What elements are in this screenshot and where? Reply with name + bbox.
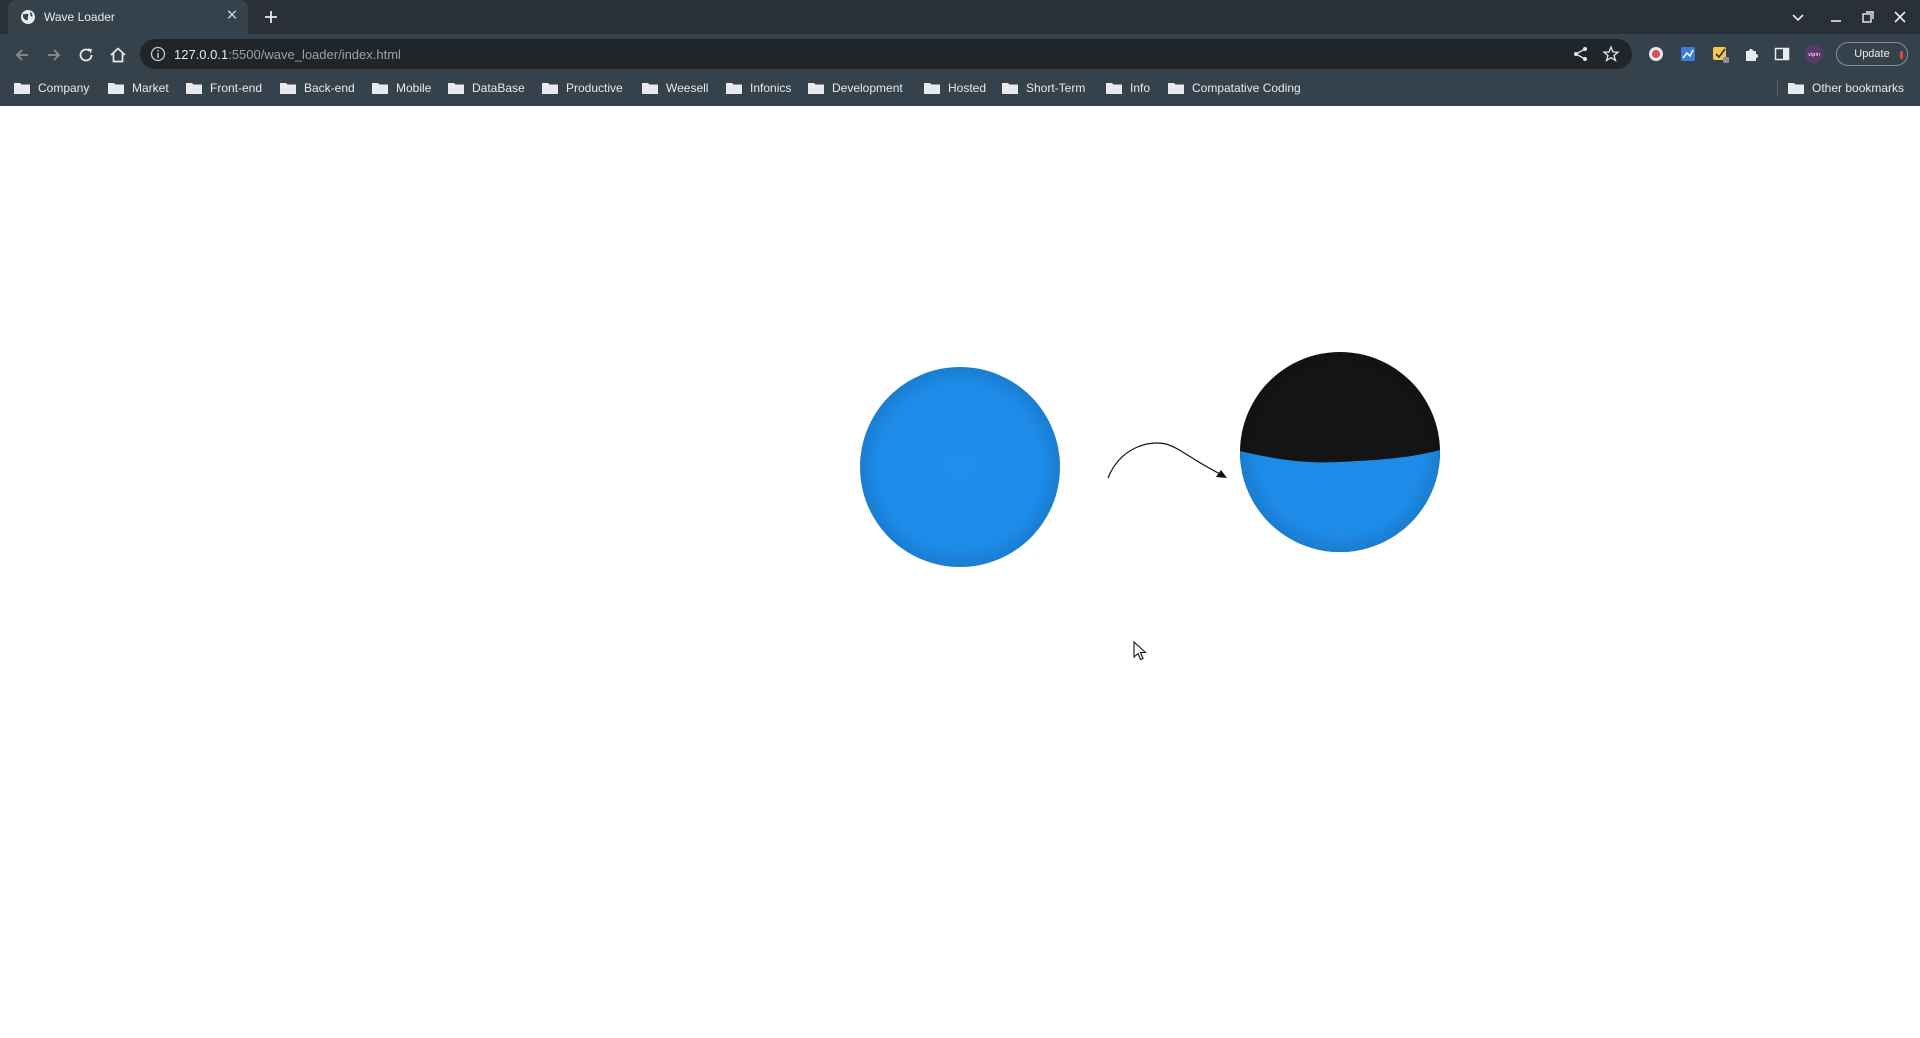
- profile-avatar[interactable]: vipin: [1804, 44, 1824, 64]
- bookmark-folder-other-bookmarks[interactable]: Other bookmarks: [1788, 76, 1904, 100]
- restore-icon[interactable]: [1858, 7, 1878, 27]
- bookmark-label: Compatative Coding: [1192, 81, 1301, 95]
- profile-label: vipin: [1808, 52, 1820, 58]
- address-bar[interactable]: 127.0.0.1:5500/wave_loader/index.html: [140, 39, 1632, 69]
- bookmark-label: Info: [1130, 81, 1151, 95]
- bookmark-folder-company[interactable]: Company: [14, 76, 89, 100]
- minimize-icon[interactable]: [1826, 7, 1846, 27]
- bookmark-folder-back-end[interactable]: Back-end: [280, 76, 355, 100]
- folder-icon: [1168, 83, 1184, 94]
- bookmark-folder-development[interactable]: Development: [808, 76, 903, 100]
- home-icon[interactable]: [107, 44, 129, 66]
- folder-icon: [726, 83, 742, 94]
- bookmark-folder-compatative-coding[interactable]: Compatative Coding: [1168, 76, 1301, 100]
- folder-icon: [1106, 83, 1122, 94]
- full-water-ball: [860, 367, 1060, 567]
- back-arrow-icon[interactable]: [11, 44, 33, 66]
- tab-title: Wave Loader: [44, 10, 115, 24]
- mouse-pointer-icon: [1133, 641, 1147, 661]
- folder-icon: [108, 83, 124, 94]
- bookmarks-bar: Company Market Front-end Back-end Mobile…: [0, 76, 1920, 100]
- bookmark-label: Hosted: [948, 81, 987, 95]
- page-content: [0, 106, 1920, 1038]
- close-window-icon[interactable]: [1890, 7, 1910, 27]
- side-panel-icon[interactable]: [1772, 44, 1792, 64]
- bookmark-folder-info[interactable]: Info: [1106, 76, 1150, 100]
- bookmark-label: DataBase: [472, 81, 525, 95]
- bookmark-label: Front-end: [210, 81, 263, 95]
- bookmark-label: Development: [832, 81, 903, 95]
- bookmark-label: Other bookmarks: [1812, 81, 1905, 95]
- bookmark-folder-database[interactable]: DataBase: [448, 76, 525, 100]
- bookmark-label: Weesell: [666, 81, 709, 95]
- tab-wave-loader[interactable]: Wave Loader ✕: [8, 0, 248, 34]
- folder-icon: [186, 83, 202, 94]
- url-text[interactable]: 127.0.0.1:5500/wave_loader/index.html: [174, 47, 401, 62]
- folder-icon: [1002, 83, 1018, 94]
- url-path: :5500/wave_loader/index.html: [228, 47, 401, 62]
- bookmark-folder-hosted[interactable]: Hosted: [924, 76, 986, 100]
- folder-icon: [642, 83, 658, 94]
- tab-search-chevron-icon[interactable]: [1788, 7, 1808, 27]
- share-icon[interactable]: [1572, 45, 1590, 63]
- forward-arrow-icon[interactable]: [43, 44, 65, 66]
- reload-icon[interactable]: [75, 44, 97, 66]
- folder-icon: [808, 83, 824, 94]
- bookmark-folder-mobile[interactable]: Mobile: [372, 76, 431, 100]
- bookmark-folder-infonics[interactable]: Infonics: [726, 76, 791, 100]
- globe-icon: [21, 10, 35, 24]
- folder-icon: [542, 83, 558, 94]
- bookmark-star-icon[interactable]: [1602, 45, 1620, 63]
- folder-icon: [280, 83, 296, 94]
- bookmark-folder-front-end[interactable]: Front-end: [186, 76, 262, 100]
- bookmark-label: Infonics: [750, 81, 792, 95]
- bookmark-label: Mobile: [396, 81, 432, 95]
- ball-edge-shading: [1240, 352, 1440, 552]
- bookmark-label: Company: [38, 81, 90, 95]
- folder-icon: [14, 83, 30, 94]
- bookmark-folder-productive[interactable]: Productive: [542, 76, 623, 100]
- folder-icon: [448, 83, 464, 94]
- info-icon[interactable]: [150, 46, 166, 62]
- extension-blue-chart-icon[interactable]: [1678, 44, 1698, 64]
- folder-icon: [924, 83, 940, 94]
- close-tab-icon[interactable]: ✕: [224, 8, 240, 24]
- bookmark-label: Short-Term: [1026, 81, 1086, 95]
- curved-arrow-icon: [1107, 442, 1227, 479]
- bookmarks-separator: [1777, 80, 1778, 96]
- bookmark-label: Productive: [566, 81, 623, 95]
- bookmark-folder-short-term[interactable]: Short-Term: [1002, 76, 1085, 100]
- tab-strip: Wave Loader ✕: [0, 0, 1920, 34]
- bookmark-folder-weesell[interactable]: Weesell: [642, 76, 708, 100]
- new-tab-plus-icon[interactable]: [260, 6, 282, 28]
- bookmark-folder-market[interactable]: Market: [108, 76, 169, 100]
- wave-loader-ball: [1240, 352, 1440, 552]
- bookmark-label: Market: [132, 81, 169, 95]
- update-label: Update: [1854, 48, 1890, 60]
- update-button[interactable]: Update: [1836, 42, 1908, 66]
- folder-icon: [372, 83, 388, 94]
- url-host: 127.0.0.1: [174, 47, 229, 62]
- extension-yellow-note-icon[interactable]: [1710, 44, 1730, 64]
- bookmark-label: Back-end: [304, 81, 355, 95]
- extensions-puzzle-icon[interactable]: [1742, 44, 1762, 64]
- extension-red-circle-icon[interactable]: [1646, 44, 1666, 64]
- update-alert-indicator: [1900, 51, 1903, 59]
- browser-chrome: Wave Loader ✕ 127.0.0.1:5500/wave_loader…: [0, 0, 1920, 106]
- folder-icon: [1788, 83, 1804, 94]
